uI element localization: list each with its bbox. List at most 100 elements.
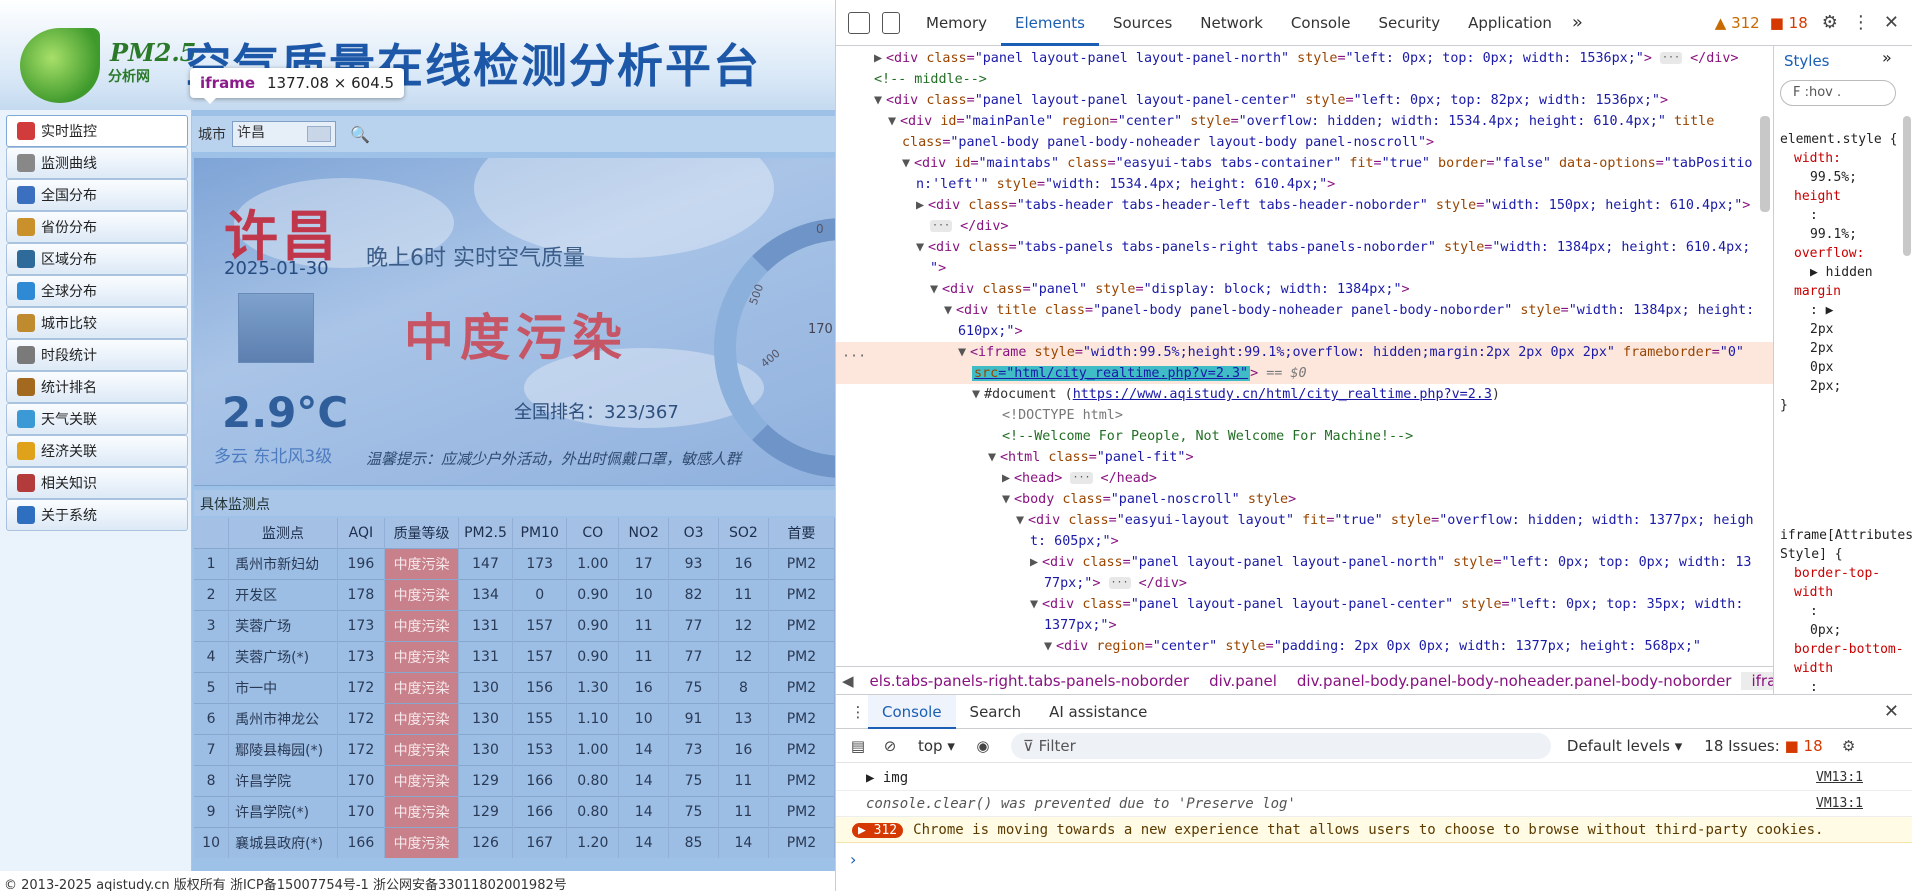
city-dropdown-icon[interactable]: [307, 126, 331, 142]
console-filter-input[interactable]: ⊽ Filter: [1010, 732, 1551, 759]
dom-line[interactable]: 610px;">: [836, 321, 1773, 342]
drawer-tab[interactable]: AI assistance: [1035, 695, 1161, 729]
inspect-element-icon[interactable]: [848, 11, 870, 34]
search-icon[interactable]: 🔍: [350, 125, 370, 144]
table-row[interactable]: 7 鄢陵县梅园(*) 172 中度污染 130 153 1.00 14 73 16 PM2: [194, 733, 835, 765]
console-message-source[interactable]: VM13:1: [1816, 765, 1863, 790]
sidebar-item[interactable]: 相关知识: [6, 467, 188, 499]
sidebar-item[interactable]: 天气关联: [6, 403, 188, 435]
dom-line[interactable]: t: 605px;">: [836, 531, 1773, 552]
console-settings-icon[interactable]: ⚙: [1839, 737, 1859, 755]
style-declaration[interactable]: 0px;: [1780, 621, 1904, 640]
dom-line[interactable]: ▼ <div class="panel layout-panel layout-p…: [836, 90, 1773, 111]
clear-console-icon[interactable]: ⊘: [880, 737, 900, 755]
dom-line[interactable]: <!--Welcome For People, Not Welcome For …: [836, 426, 1773, 447]
style-declaration[interactable]: :: [1780, 602, 1904, 621]
sidebar-item[interactable]: 关于系统: [6, 499, 188, 531]
settings-gear-icon[interactable]: ⚙: [1822, 12, 1838, 33]
column-header[interactable]: NO2: [618, 518, 670, 548]
devtools-tab[interactable]: Memory: [912, 0, 1001, 46]
console-message-source[interactable]: VM13:1: [1816, 791, 1863, 816]
style-declaration[interactable]: 2px: [1780, 339, 1904, 358]
log-levels-dropdown[interactable]: Default levels ▾: [1567, 737, 1682, 755]
table-row[interactable]: 9 许昌学院(*) 170 中度污染 129 166 0.80 14 75 11 PM2: [194, 795, 835, 827]
column-header[interactable]: CO: [566, 518, 620, 548]
drawer-menu-icon[interactable]: ⋮: [848, 703, 868, 721]
devtools-tab[interactable]: Network: [1186, 0, 1277, 46]
dom-line[interactable]: ">: [836, 258, 1773, 279]
dom-line[interactable]: ▼ <div id="mainPanle" region="center" sty…: [836, 111, 1773, 132]
dom-line[interactable]: ▶ <div class="panel layout-panel layout-p…: [836, 48, 1773, 69]
table-row[interactable]: 6 禹州市神龙公 172 中度污染 130 155 1.10 10 91 13 PM2: [194, 702, 835, 734]
sidebar-item[interactable]: 全球分布: [6, 275, 188, 307]
devtools-tab[interactable]: Security: [1364, 0, 1454, 46]
close-devtools-icon[interactable]: ✕: [1884, 12, 1899, 33]
dom-line[interactable]: ▶ <head> ··· </head>: [836, 468, 1773, 489]
console-message[interactable]: console.clear() was prevented due to 'Pr…: [836, 791, 1912, 817]
breadcrumb-left-icon[interactable]: ◀: [836, 672, 860, 690]
sidebar-item[interactable]: 城市比较: [6, 307, 188, 339]
breadcrumb-item[interactable]: div.panel-body.panel-body-noheader.panel…: [1287, 672, 1742, 690]
dom-line[interactable]: ▼ <div class="tabs-panels tabs-panels-rig…: [836, 237, 1773, 258]
dom-line-selected[interactable]: ▼ <iframe style="width:99.5%;height:99.1%…: [836, 342, 1773, 364]
dom-line[interactable]: 1377px;">: [836, 615, 1773, 636]
style-declaration[interactable]: ▶ hidden: [1780, 263, 1904, 282]
console-prompt[interactable]: ›: [850, 850, 856, 869]
column-header[interactable]: PM10: [512, 518, 568, 548]
style-declaration[interactable]: }: [1780, 396, 1904, 415]
sidebar-item[interactable]: 统计排名: [6, 371, 188, 403]
dom-line[interactable]: ▼ <div title class="panel-body panel-body…: [836, 300, 1773, 321]
warnings-counter[interactable]: ▲ 312: [1715, 14, 1760, 32]
dom-line[interactable]: class="panel-body panel-body-noheader la…: [836, 132, 1773, 153]
issues-button[interactable]: 18 Issues: ■ 18: [1704, 737, 1822, 755]
style-declaration[interactable]: :: [1780, 206, 1904, 225]
table-row[interactable]: 8 许昌学院 170 中度污染 129 166 0.80 14 75 11 PM2: [194, 764, 835, 796]
style-declaration[interactable]: height: [1780, 187, 1904, 206]
device-toolbar-icon[interactable]: [882, 11, 900, 34]
breadcrumb-item[interactable]: iframe: [1741, 671, 1773, 690]
dom-line[interactable]: n:'left'" style="width: 1534.4px; height…: [836, 174, 1773, 195]
table-row[interactable]: 10 襄城县政府(*) 166 中度污染 126 167 1.20 14 85 14 PM2: [194, 826, 835, 858]
style-declaration[interactable]: 0px: [1780, 358, 1904, 377]
style-declaration[interactable]: 99.1%;: [1780, 225, 1904, 244]
elements-scrollbar[interactable]: [1760, 116, 1770, 212]
errors-counter[interactable]: ■ 18: [1770, 14, 1808, 32]
sidebar-toggle-icon[interactable]: ▤: [848, 737, 868, 755]
live-expression-eye-icon[interactable]: ◉: [973, 737, 993, 755]
more-tabs-icon[interactable]: »: [1572, 12, 1583, 33]
dom-line[interactable]: ▼ <div region="center" style="padding: 2p…: [836, 636, 1773, 657]
drawer-tab[interactable]: Search: [956, 695, 1036, 729]
dom-line[interactable]: 77px;"> ··· </div>: [836, 573, 1773, 594]
table-row[interactable]: 5 市一中 172 中度污染 130 156 1.30 16 75 8 PM2: [194, 671, 835, 703]
devtools-tab[interactable]: Application: [1454, 0, 1566, 46]
dom-line[interactable]: ▼ <html class="panel-fit">: [836, 447, 1773, 468]
table-row[interactable]: 4 芙蓉广场(*) 173 中度污染 131 157 0.90 11 77 12 PM2: [194, 640, 835, 672]
city-input[interactable]: 许昌: [232, 121, 336, 147]
table-row[interactable]: 1 禹州市新妇幼 196 中度污染 147 173 1.00 17 93 16 PM2: [194, 547, 835, 579]
styles-tab[interactable]: Styles: [1784, 46, 1830, 76]
style-declaration[interactable]: 99.5%;: [1780, 168, 1904, 187]
styles-filter-input[interactable]: F :hov .: [1780, 80, 1896, 106]
style-declaration[interactable]: 2px: [1780, 320, 1904, 339]
dom-line[interactable]: ▼ <div class="panel layout-panel layout-p…: [836, 594, 1773, 615]
column-header[interactable]: O3: [668, 518, 719, 548]
sidebar-item[interactable]: 监测曲线: [6, 147, 188, 179]
sidebar-item[interactable]: 区域分布: [6, 243, 188, 275]
style-declaration[interactable]: overflow:: [1780, 244, 1904, 263]
elements-dom-tree[interactable]: ▶ <div class="panel layout-panel layout-p…: [836, 46, 1773, 666]
dom-line[interactable]: ▶ <div class="tabs-header tabs-header-lef…: [836, 195, 1773, 216]
dom-line[interactable]: <!DOCTYPE html>: [836, 405, 1773, 426]
style-declaration[interactable]: : ▶: [1780, 301, 1904, 320]
dom-line-selected[interactable]: src="html/city_realtime.php?v=2.3" > == $…: [836, 363, 1773, 385]
column-header[interactable]: 首要: [768, 518, 835, 548]
more-options-icon[interactable]: ⋮: [1852, 12, 1870, 33]
console-warning-message[interactable]: ▶ 312 Chrome is moving towards a new expe…: [836, 817, 1912, 843]
close-drawer-icon[interactable]: ✕: [1884, 701, 1899, 722]
sidebar-item[interactable]: 时段统计: [6, 339, 188, 371]
column-header[interactable]: AQI: [337, 518, 386, 548]
breadcrumb-item[interactable]: div.panel: [1199, 672, 1287, 690]
style-declaration[interactable]: width:: [1780, 149, 1904, 168]
dom-line[interactable]: ▼ <div class="easyui-layout layout" fit="…: [836, 510, 1773, 531]
dom-line[interactable]: ▼ <div class="panel" style="display: bloc…: [836, 279, 1773, 300]
devtools-tab[interactable]: Console: [1277, 0, 1365, 46]
